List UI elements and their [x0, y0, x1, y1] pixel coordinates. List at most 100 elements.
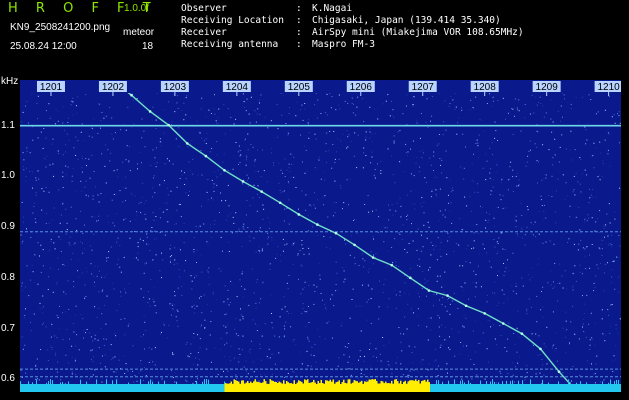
level-bar-active: [350, 383, 352, 392]
x-tick-label: 1208: [474, 82, 497, 93]
x-tick-label: 1202: [102, 82, 125, 93]
level-bar-active: [361, 380, 363, 392]
level-bar-spike: [522, 380, 523, 384]
level-bar-active: [386, 383, 388, 392]
level-bar-active: [401, 384, 403, 392]
level-bar-active: [271, 380, 273, 392]
level-bar-spike: [610, 379, 611, 384]
level-bar-spike: [498, 382, 499, 384]
level-bar-spike: [586, 382, 587, 384]
y-tick-label: 0.9: [1, 221, 15, 233]
level-bar-active: [374, 379, 376, 392]
level-bar-active: [392, 383, 394, 392]
level-bar-spike: [176, 381, 177, 384]
trail-point: [520, 332, 524, 335]
level-bar-spike: [502, 381, 503, 384]
level-bar-spike: [140, 379, 141, 384]
level-bar-spike: [60, 382, 61, 384]
trail-point: [390, 263, 394, 267]
level-bar-active: [280, 382, 282, 392]
level-bar-active: [368, 379, 370, 392]
level-bar-active: [346, 383, 348, 392]
level-bar-active: [425, 381, 427, 392]
y-axis-unit: kHz: [1, 76, 19, 87]
level-bar-active: [269, 379, 271, 392]
level-bar-active: [277, 383, 279, 392]
level-bar-spike: [150, 379, 151, 384]
x-tick-label: 1210: [597, 82, 620, 93]
level-bar-spike: [608, 382, 609, 384]
level-bar-active: [278, 381, 280, 392]
level-bar-active: [355, 381, 357, 392]
level-bar-active: [274, 381, 276, 392]
level-bar-active: [284, 383, 286, 392]
trail-point: [241, 180, 245, 183]
level-bar-active: [382, 381, 384, 392]
file-name: KN9_2508241200.png: [10, 22, 111, 33]
level-bar-active: [356, 381, 358, 392]
level-bar-active: [421, 381, 423, 392]
level-bar-spike: [480, 380, 481, 384]
level-bar-spike: [518, 380, 519, 384]
level-bar-active: [268, 383, 270, 392]
level-bar-active: [275, 382, 277, 392]
trail-point: [353, 243, 356, 247]
level-bar-active: [260, 383, 262, 392]
level-bar-spike: [468, 380, 469, 384]
level-bar-spike: [618, 379, 619, 384]
level-bar-active: [367, 381, 369, 392]
spectrogram-background: [20, 80, 621, 392]
level-bar-spike: [28, 381, 29, 384]
trail-point: [148, 110, 152, 113]
level-bar-active: [410, 380, 412, 392]
level-bar-active: [245, 382, 247, 392]
level-bar-spike: [576, 382, 577, 384]
level-bar-active: [383, 383, 385, 392]
level-bar-active: [337, 381, 339, 392]
level-bar-active: [409, 380, 411, 392]
level-bar-active: [359, 381, 361, 392]
level-bar-spike: [558, 381, 559, 384]
level-bar-active: [286, 381, 288, 392]
level-bar-active: [313, 379, 315, 392]
level-bar-active: [427, 379, 429, 392]
level-bar-spike: [202, 381, 203, 384]
trail-point: [409, 276, 412, 280]
x-tick-label: 1209: [536, 82, 559, 93]
level-bar-spike: [602, 381, 603, 384]
level-bar-active: [304, 379, 306, 392]
level-bar-active: [419, 383, 421, 392]
level-bar-spike: [112, 380, 113, 384]
level-bar-spike: [128, 382, 129, 384]
station-info: Observer: K.Nagai Receiving Location: Chig…: [181, 3, 524, 51]
level-bar-spike: [442, 381, 443, 384]
trail-point: [539, 347, 542, 351]
level-bar-active: [389, 383, 391, 392]
level-bar-spike: [492, 379, 493, 384]
level-bar-spike: [36, 379, 37, 384]
level-bar-active: [395, 379, 397, 392]
level-bar-spike: [148, 381, 149, 384]
level-bar-spike: [436, 380, 437, 384]
trail-point: [260, 190, 263, 193]
level-bar-active: [311, 382, 313, 392]
level-bar-active: [353, 380, 355, 392]
level-bar-active: [370, 379, 372, 392]
level-bar-active: [412, 380, 414, 392]
trail-point: [483, 312, 486, 315]
level-bar-active: [365, 381, 367, 392]
level-bar-active: [265, 381, 267, 392]
level-bar-spike: [580, 381, 581, 384]
trail-point: [167, 123, 171, 127]
level-bar-spike: [510, 381, 511, 384]
level-bar-active: [397, 381, 399, 392]
level-bar-active: [373, 379, 375, 392]
level-bar-active: [281, 383, 283, 392]
level-bar-spike: [530, 379, 531, 384]
level-bar-spike: [542, 379, 543, 384]
level-bar-spike: [548, 382, 549, 384]
level-bar-active: [349, 379, 351, 392]
trail-point: [297, 213, 301, 216]
level-bar-active: [239, 383, 241, 392]
level-bar-spike: [96, 379, 97, 384]
